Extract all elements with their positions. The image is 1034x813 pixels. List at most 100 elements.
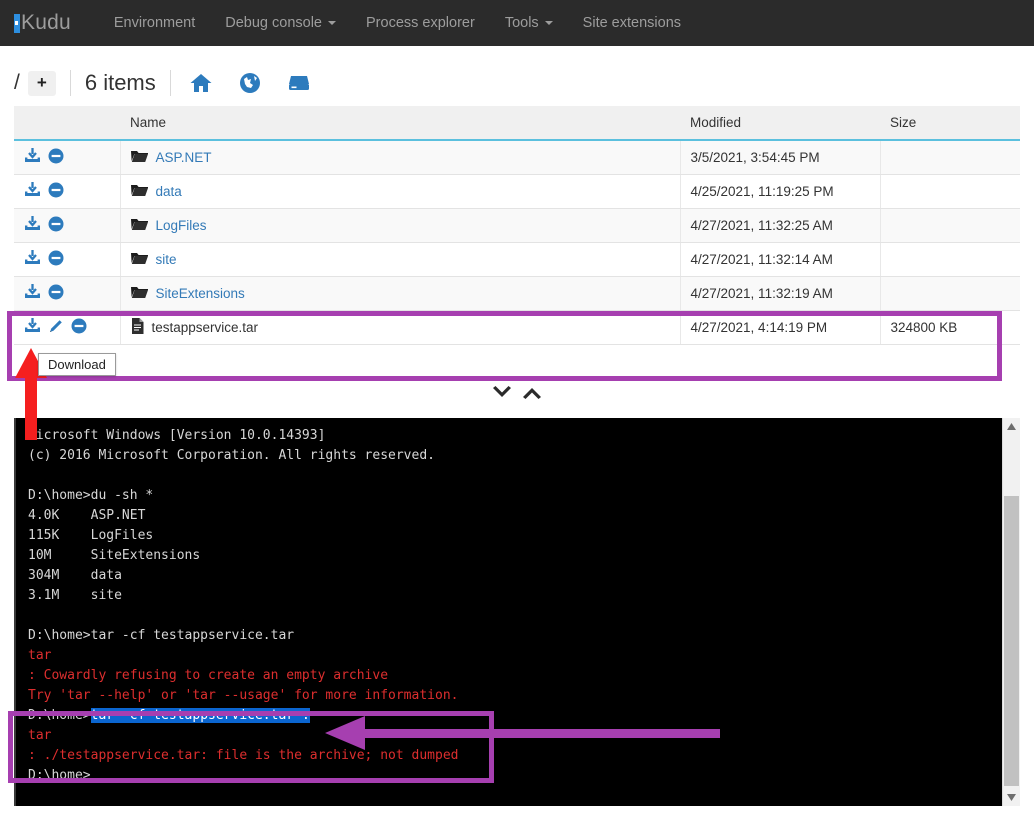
nav-item-label: Environment bbox=[114, 0, 195, 46]
download-icon[interactable] bbox=[24, 250, 41, 269]
table-row[interactable]: site 4/27/2021, 11:32:14 AM bbox=[14, 243, 1020, 277]
console-text: tar bbox=[28, 728, 51, 743]
console-line: Try 'tar --help' or 'tar --usage' for mo… bbox=[28, 686, 1010, 706]
breadcrumb-root[interactable]: / bbox=[14, 71, 20, 95]
drive-icon[interactable] bbox=[287, 72, 311, 94]
row-name-cell: data bbox=[120, 175, 680, 209]
console-text: 3.1M site bbox=[28, 588, 122, 603]
delete-icon[interactable] bbox=[48, 182, 64, 201]
download-icon[interactable] bbox=[24, 182, 41, 201]
scroll-down-arrow-icon[interactable] bbox=[1003, 789, 1020, 806]
console-line: : ./testappservice.tar: file is the arch… bbox=[28, 746, 1010, 766]
header-actions bbox=[14, 106, 120, 140]
table-row[interactable]: ASP.NET3/5/2021, 3:54:45 PM bbox=[14, 140, 1020, 175]
download-icon[interactable] bbox=[24, 284, 41, 303]
console-text: Microsoft Windows [Version 10.0.14393] bbox=[28, 428, 325, 443]
console-text: (c) 2016 Microsoft Corporation. All righ… bbox=[28, 448, 435, 463]
home-icon[interactable] bbox=[189, 72, 213, 94]
caret-down-icon bbox=[328, 21, 336, 25]
row-actions-cell bbox=[14, 277, 120, 311]
console-output: Microsoft Windows [Version 10.0.14393] (c… bbox=[28, 426, 1010, 786]
row-modified-cell: 4/27/2021, 11:32:25 AM bbox=[680, 209, 880, 243]
delete-icon[interactable] bbox=[48, 148, 64, 167]
row-name-label[interactable]: ASP.NET bbox=[156, 150, 212, 165]
nav-item-site-extensions[interactable]: Site extensions bbox=[568, 0, 696, 46]
delete-icon[interactable] bbox=[48, 250, 64, 269]
brand-label: Kudu bbox=[21, 11, 71, 35]
file-table-container: Name Modified Size ASP.NET3/5/2021, 3:54… bbox=[0, 106, 1034, 345]
table-row[interactable]: SiteExtensions4/27/2021, 11:32:19 AM bbox=[14, 277, 1020, 311]
row-actions-cell bbox=[14, 209, 120, 243]
chevron-down-icon[interactable] bbox=[491, 384, 513, 407]
delete-icon[interactable] bbox=[71, 318, 87, 337]
console-text: tar bbox=[28, 648, 51, 663]
row-size-cell bbox=[880, 277, 1020, 311]
console-toggle-controls bbox=[0, 384, 1034, 407]
nav-item-label: Tools bbox=[505, 0, 539, 46]
folder-icon bbox=[131, 149, 148, 166]
console-text: D:\home>tar -cf testappservice.tar bbox=[28, 628, 294, 643]
row-name-cell: site bbox=[120, 243, 680, 277]
row-size-cell bbox=[880, 209, 1020, 243]
breadcrumb-divider bbox=[170, 70, 171, 96]
console-line: (c) 2016 Microsoft Corporation. All righ… bbox=[28, 446, 1010, 466]
row-name-cell: LogFiles bbox=[120, 209, 680, 243]
chevron-up-icon[interactable] bbox=[521, 384, 543, 407]
row-name-cell: testappservice.tar bbox=[120, 311, 680, 345]
debug-console[interactable]: Microsoft Windows [Version 10.0.14393] (c… bbox=[14, 418, 1020, 806]
row-name-label[interactable]: SiteExtensions bbox=[156, 286, 245, 301]
download-icon[interactable] bbox=[24, 318, 41, 337]
console-text: 10M SiteExtensions bbox=[28, 548, 200, 563]
scroll-up-arrow-icon[interactable] bbox=[1003, 418, 1020, 435]
row-actions-cell bbox=[14, 140, 120, 175]
row-name-label[interactable]: data bbox=[156, 184, 182, 199]
header-modified[interactable]: Modified bbox=[680, 106, 880, 140]
console-scrollbar[interactable] bbox=[1002, 418, 1020, 806]
top-navbar: Kudu Environment Debug console Process e… bbox=[0, 0, 1034, 46]
delete-icon[interactable] bbox=[48, 284, 64, 303]
table-row[interactable]: data4/25/2021, 11:19:25 PM bbox=[14, 175, 1020, 209]
console-line: D:\home>du -sh * bbox=[28, 486, 1010, 506]
console-line: 3.1M site bbox=[28, 586, 1010, 606]
download-icon[interactable] bbox=[24, 148, 41, 167]
nav-item-process-explorer[interactable]: Process explorer bbox=[351, 0, 490, 46]
add-item-button[interactable]: + bbox=[28, 71, 56, 96]
row-name-label[interactable]: site bbox=[156, 252, 177, 267]
kudu-brand-logo[interactable]: Kudu bbox=[14, 11, 71, 35]
folder-icon bbox=[131, 217, 148, 234]
nav-item-debug-console[interactable]: Debug console bbox=[210, 0, 351, 46]
console-line: 304M data bbox=[28, 566, 1010, 586]
console-line bbox=[28, 606, 1010, 626]
row-size-cell: 324800 KB bbox=[880, 311, 1020, 345]
globe-icon[interactable] bbox=[239, 72, 261, 94]
row-actions-cell bbox=[14, 175, 120, 209]
delete-icon[interactable] bbox=[48, 216, 64, 235]
edit-icon[interactable] bbox=[48, 318, 64, 337]
header-size[interactable]: Size bbox=[880, 106, 1020, 140]
console-line: : Cowardly refusing to create an empty a… bbox=[28, 666, 1010, 686]
console-text: D:\home> bbox=[28, 708, 91, 723]
console-line: D:\home> bbox=[28, 766, 1010, 786]
row-name-cell: ASP.NET bbox=[120, 140, 680, 175]
nav-item-tools[interactable]: Tools bbox=[490, 0, 568, 46]
row-modified-cell: 4/27/2021, 4:14:19 PM bbox=[680, 311, 880, 345]
table-row[interactable]: testappservice.tar 4/27/2021, 4:14:19 PM3… bbox=[14, 311, 1020, 345]
items-count-label: 6 items bbox=[85, 70, 156, 96]
row-modified-cell: 4/27/2021, 11:32:14 AM bbox=[680, 243, 880, 277]
console-text: D:\home>du -sh * bbox=[28, 488, 153, 503]
nav-item-label: Process explorer bbox=[366, 0, 475, 46]
console-scrollbar-thumb[interactable] bbox=[1004, 496, 1019, 786]
nav-item-environment[interactable]: Environment bbox=[99, 0, 210, 46]
table-row[interactable]: LogFiles 4/27/2021, 11:32:25 AM bbox=[14, 209, 1020, 243]
caret-down-icon bbox=[545, 21, 553, 25]
console-line: D:\home>tar -cf testappservice.tar bbox=[28, 626, 1010, 646]
row-name-label[interactable]: LogFiles bbox=[156, 218, 207, 233]
row-name-label: testappservice.tar bbox=[152, 320, 259, 335]
breadcrumb: / + 6 items bbox=[0, 46, 1034, 92]
download-icon[interactable] bbox=[24, 216, 41, 235]
header-name[interactable]: Name bbox=[120, 106, 680, 140]
console-text: 4.0K ASP.NET bbox=[28, 508, 145, 523]
console-text: D:\home> bbox=[28, 768, 91, 783]
console-line bbox=[28, 466, 1010, 486]
console-line: Microsoft Windows [Version 10.0.14393] bbox=[28, 426, 1010, 446]
